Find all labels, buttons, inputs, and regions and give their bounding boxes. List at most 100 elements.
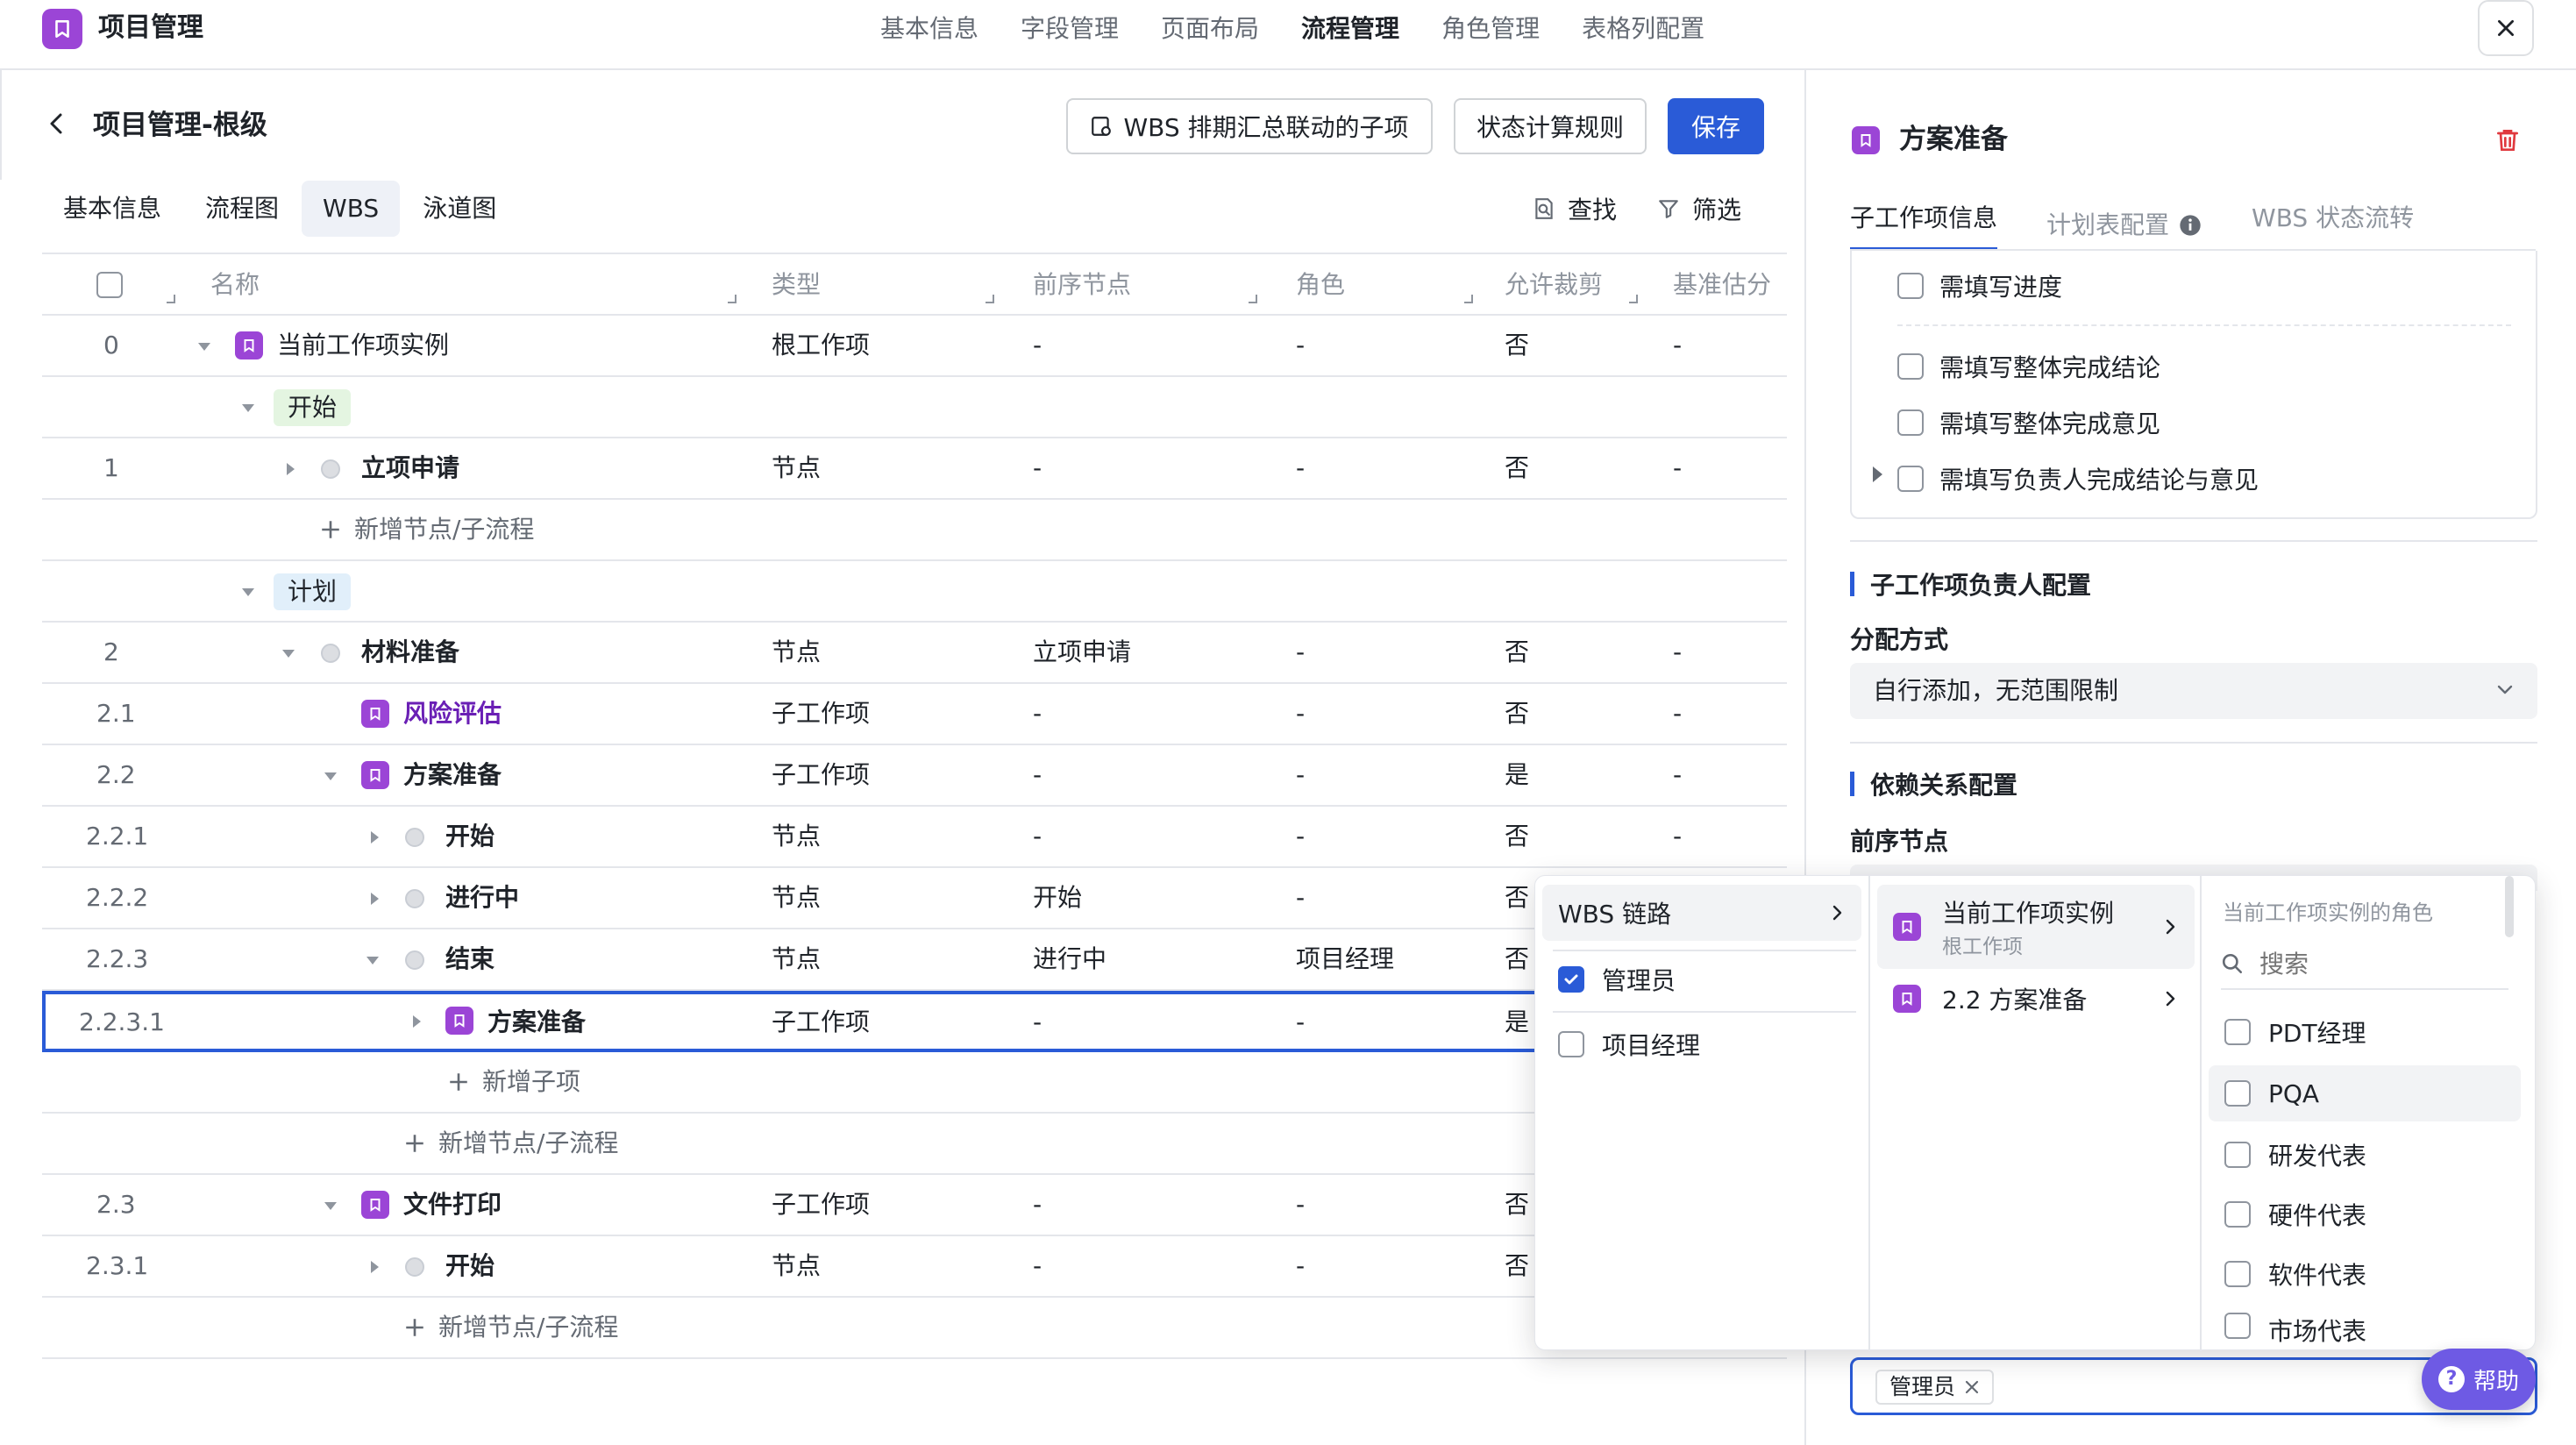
topnav-field-management[interactable]: 字段管理 xyxy=(1000,0,1140,58)
checkbox[interactable] xyxy=(2224,1261,2251,1287)
check-overall-opinion-label: 需填写整体完成意见 xyxy=(1939,409,2161,438)
caret-down-icon[interactable] xyxy=(365,952,381,968)
caret-down-icon[interactable] xyxy=(323,768,338,784)
check-owner-conclusion[interactable]: 需填写负责人完成结论与意见 xyxy=(1897,461,2259,496)
help-button[interactable]: ? 帮助 xyxy=(2422,1349,2536,1410)
topnav-role-management[interactable]: 角色管理 xyxy=(1420,0,1561,58)
expand-caret-icon[interactable] xyxy=(1873,466,1882,482)
checkbox[interactable] xyxy=(2224,1142,2251,1168)
work-item-icon xyxy=(361,1191,389,1219)
close-button[interactable] xyxy=(2478,0,2534,56)
tab-subitem-info[interactable]: 子工作项信息 xyxy=(1850,198,1998,253)
checkbox[interactable] xyxy=(2224,1313,2251,1339)
back-button[interactable] xyxy=(44,110,70,137)
save-button[interactable]: 保存 xyxy=(1668,98,1764,154)
tab-wbs[interactable]: WBS xyxy=(302,181,401,237)
checkbox-checked[interactable] xyxy=(1558,966,1584,993)
chain-current-instance[interactable]: 当前工作项实例 根工作项 xyxy=(1877,885,2195,969)
caret-down-icon[interactable] xyxy=(240,400,256,416)
caret-down-icon[interactable] xyxy=(323,1198,338,1214)
search-tool[interactable]: 查找 xyxy=(1533,191,1617,226)
row-type: 节点 xyxy=(772,944,822,973)
checkbox[interactable] xyxy=(2224,1019,2251,1045)
checkbox[interactable] xyxy=(2224,1080,2251,1107)
caret-right-icon[interactable] xyxy=(409,1014,424,1029)
caret-right-icon[interactable] xyxy=(282,461,298,477)
chain-2-2-option[interactable]: 2.2 方案准备 xyxy=(1877,971,2195,1027)
caret-right-icon[interactable] xyxy=(366,829,382,845)
tab-schedule-config[interactable]: 计划表配置 xyxy=(2046,198,2202,253)
checkbox[interactable] xyxy=(1558,1031,1584,1057)
table-row[interactable]: 0 当前工作项实例 根工作项 - - 否 - xyxy=(42,316,1787,377)
checkbox[interactable] xyxy=(1897,466,1924,492)
filter-tool[interactable]: 筛选 xyxy=(1657,191,1741,226)
tab-wbs-status-flow[interactable]: WBS 状态流转 xyxy=(2252,198,2414,253)
check-overall-conclusion[interactable]: 需填写整体完成结论 xyxy=(1897,349,2160,384)
caret-right-icon[interactable] xyxy=(366,891,382,907)
roles-search-input[interactable] xyxy=(2259,949,2470,979)
table-row[interactable]: 2.3.1 开始 节点 - - 否 xyxy=(42,1236,1787,1298)
table-row[interactable]: 2.3 文件打印 子工作项 - - 否 xyxy=(42,1175,1787,1236)
column-resize-handle[interactable] xyxy=(1464,295,1473,303)
table-row[interactable]: 2 材料准备 节点 立项申请 - 否 - xyxy=(42,623,1787,684)
caret-down-icon[interactable] xyxy=(240,584,256,600)
role-option-pdt-manager[interactable]: PDT经理 xyxy=(2209,1004,2521,1060)
table-row[interactable]: 计划 xyxy=(42,561,1787,623)
table-row[interactable]: 开始 xyxy=(42,377,1787,438)
role-option-market-rep[interactable]: 市场代表 xyxy=(2209,1306,2521,1349)
topnav-table-column-config[interactable]: 表格列配置 xyxy=(1561,0,1726,58)
roles-scrollbar[interactable] xyxy=(2505,876,2514,937)
check-overall-opinion[interactable]: 需填写整体完成意见 xyxy=(1897,405,2160,440)
role-option-pqa[interactable]: PQA xyxy=(2209,1065,2521,1121)
table-row[interactable]: 2.1 风险评估 子工作项 - - 否 - xyxy=(42,684,1787,745)
role-option-pm[interactable]: 项目经理 xyxy=(1542,1016,1861,1072)
row-number: 2.1 xyxy=(96,699,136,728)
add-node-link[interactable]: 新增节点/子流程 xyxy=(403,1114,618,1173)
tab-swimlane[interactable]: 泳道图 xyxy=(402,181,517,237)
select-all-checkbox[interactable] xyxy=(96,272,123,298)
topnav-page-layout[interactable]: 页面布局 xyxy=(1140,0,1280,58)
table-row[interactable]: 1 立项申请 节点 - - 否 - xyxy=(42,438,1787,500)
table-row-selected[interactable]: 2.2.3.1 方案准备 子工作项 - - 是 xyxy=(42,991,1787,1052)
checkbox[interactable] xyxy=(1897,353,1924,380)
checkbox[interactable] xyxy=(1897,409,1924,436)
add-node-link[interactable]: 新增节点/子流程 xyxy=(319,500,534,559)
status-rule-button[interactable]: 状态计算规则 xyxy=(1454,98,1647,154)
column-resize-handle[interactable] xyxy=(167,295,175,303)
row-role: - xyxy=(1296,1007,1306,1036)
table-row[interactable]: 2.2.1 开始 节点 - - 否 - xyxy=(42,807,1787,868)
row-role: 项目经理 xyxy=(1296,944,1395,973)
row-name-link[interactable]: 风险评估 xyxy=(403,684,502,744)
caret-down-icon[interactable] xyxy=(281,645,296,661)
topnav-process-management[interactable]: 流程管理 xyxy=(1280,0,1420,58)
column-resize-handle[interactable] xyxy=(1629,295,1638,303)
table-row[interactable]: 2.2.2 进行中 节点 开始 - 否 xyxy=(42,868,1787,929)
column-resize-handle[interactable] xyxy=(986,295,994,303)
row-type: 根工作项 xyxy=(772,331,871,359)
role-option-sw-rep[interactable]: 软件代表 xyxy=(2209,1246,2521,1302)
close-icon[interactable] xyxy=(1964,1379,1980,1395)
add-subitem-link[interactable]: 新增子项 xyxy=(447,1052,580,1112)
wbs-linked-subitems-button[interactable]: WBS 排期汇总联动的子项 xyxy=(1066,98,1433,154)
caret-right-icon[interactable] xyxy=(366,1259,382,1275)
wbs-chain-option[interactable]: WBS 链路 xyxy=(1542,885,1861,941)
assign-mode-select[interactable]: 自行添加，无范围限制 xyxy=(1850,663,2537,719)
tab-basic-info[interactable]: 基本信息 xyxy=(42,181,182,237)
role-option-rd-rep[interactable]: 研发代表 xyxy=(2209,1127,2521,1183)
column-resize-handle[interactable] xyxy=(728,295,737,303)
table-row[interactable]: 2.2.3 结束 节点 进行中 项目经理 否 xyxy=(42,929,1787,991)
topnav-basic-info[interactable]: 基本信息 xyxy=(859,0,1000,58)
roles-search[interactable] xyxy=(2221,939,2508,990)
caret-down-icon[interactable] xyxy=(196,338,212,354)
role-option-hw-rep[interactable]: 硬件代表 xyxy=(2209,1186,2521,1242)
role-option-admin[interactable]: 管理员 xyxy=(1542,951,1861,1007)
checkbox[interactable] xyxy=(1897,273,1924,299)
row-number: 2.2.3.1 xyxy=(79,1007,165,1036)
check-progress[interactable]: 需填写进度 xyxy=(1897,268,2062,303)
tab-flowchart[interactable]: 流程图 xyxy=(184,181,300,237)
delete-icon[interactable] xyxy=(2494,126,2522,154)
checkbox[interactable] xyxy=(2224,1201,2251,1228)
column-resize-handle[interactable] xyxy=(1249,295,1257,303)
table-row[interactable]: 2.2 方案准备 子工作项 - - 是 - xyxy=(42,745,1787,807)
add-node-link[interactable]: 新增节点/子流程 xyxy=(403,1298,618,1357)
